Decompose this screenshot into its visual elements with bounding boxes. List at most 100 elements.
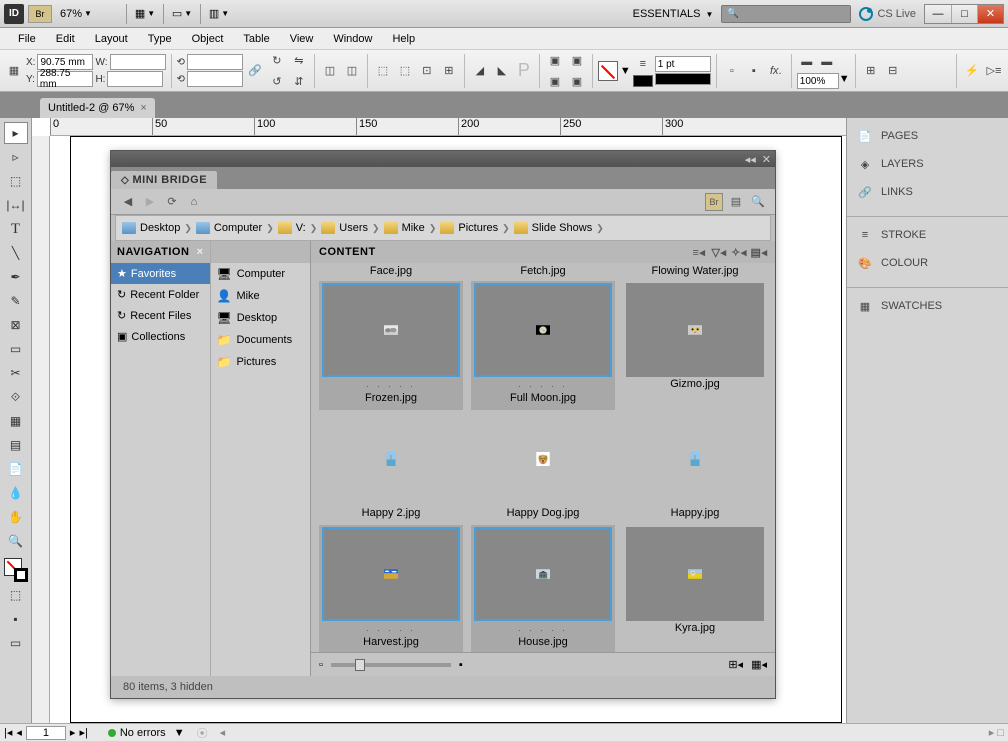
frame-tool[interactable]: ⊠: [4, 314, 28, 336]
mb-close-icon[interactable]: ✕: [762, 153, 771, 166]
search-field[interactable]: 🔍: [721, 5, 851, 23]
chevron-right-icon[interactable]: ❯: [500, 223, 512, 234]
mb-view-icon[interactable]: ▤◂: [751, 244, 767, 260]
folder-computer[interactable]: 🖥Computer: [211, 263, 311, 285]
nav-recent-folder[interactable]: ↻Recent Folder: [111, 284, 210, 305]
constrain-icon[interactable]: 🔗: [245, 61, 265, 81]
folder-pictures[interactable]: 📁Pictures: [211, 351, 311, 373]
stroke-weight-input[interactable]: 1 pt: [655, 56, 711, 72]
mb-zoom-out-icon[interactable]: ▫: [319, 659, 323, 671]
thumbnail-item[interactable]: Happy Dog.jpg: [471, 410, 615, 525]
crumb-computer[interactable]: Computer: [196, 222, 262, 234]
opacity-icon[interactable]: ▪: [744, 61, 764, 81]
thumbnail-item[interactable]: Happy.jpg: [623, 410, 767, 525]
apply-color-icon[interactable]: ▪: [4, 608, 28, 630]
pen-tool[interactable]: ✒: [4, 266, 28, 288]
chevron-right-icon[interactable]: ❯: [182, 223, 194, 234]
mb-tools-icon[interactable]: ✧◂: [731, 244, 747, 260]
menu-table[interactable]: Table: [233, 33, 279, 45]
wrap2-icon[interactable]: ▣: [545, 71, 565, 91]
mb-search-icon[interactable]: 🔍: [749, 193, 767, 211]
mb-sort-icon[interactable]: ≡◂: [691, 244, 707, 260]
thumbnail-item[interactable]: . . . . .House.jpg: [471, 525, 615, 652]
nav-collections[interactable]: ▣Collections: [111, 326, 210, 347]
maximize-button[interactable]: □: [951, 5, 977, 23]
stroke-weight-icon[interactable]: ≡: [633, 54, 653, 74]
folder-desktop[interactable]: 🖥Desktop: [211, 307, 311, 329]
mb-refresh-icon[interactable]: ⟳: [163, 193, 181, 211]
rotate-ccw-icon[interactable]: ↺: [267, 71, 287, 91]
scale-x-input[interactable]: [187, 54, 243, 70]
stroke-style-input[interactable]: [655, 73, 711, 85]
chevron-right-icon[interactable]: ❯: [594, 223, 606, 234]
preflight-status[interactable]: No errors: [120, 727, 166, 739]
corner-icon[interactable]: ◢: [470, 61, 490, 81]
align1-icon[interactable]: ▬: [797, 52, 817, 72]
select-container-icon[interactable]: ◫: [320, 61, 340, 81]
paragraph-icon[interactable]: P: [514, 61, 534, 81]
cs-live-button[interactable]: CS Live: [859, 7, 916, 21]
gap-tool[interactable]: |↔|: [4, 194, 28, 216]
collapse-icon[interactable]: ◂◂: [745, 153, 756, 166]
note-tool[interactable]: 📄: [4, 458, 28, 480]
menu-object[interactable]: Object: [182, 33, 234, 45]
menu-window[interactable]: Window: [323, 33, 382, 45]
thumbnail-item[interactable]: . . . . .Frozen.jpg: [319, 281, 463, 410]
workspace-switcher[interactable]: ESSENTIALS ▼: [625, 8, 722, 20]
thumbnail-item[interactable]: Gizmo.jpg: [623, 281, 767, 396]
wrap1-icon[interactable]: ▣: [545, 50, 565, 70]
panel-swatches[interactable]: ▦SWATCHES: [847, 292, 1008, 320]
default-colors-icon[interactable]: ⬚: [4, 584, 28, 606]
mb-grid-view-icon[interactable]: ⊞◂: [728, 658, 743, 671]
zoom-dropdown[interactable]: 67%▼: [60, 8, 120, 20]
chevron-right-icon[interactable]: ❯: [264, 223, 276, 234]
mb-fwd-icon[interactable]: ▶: [141, 193, 159, 211]
menu-help[interactable]: Help: [382, 33, 425, 45]
stroke-swatch[interactable]: [633, 75, 653, 87]
crumb-slideshows[interactable]: Slide Shows: [514, 222, 593, 234]
ref-point-icon[interactable]: ▦: [4, 61, 24, 81]
quick-apply-icon[interactable]: ⚡: [962, 61, 982, 81]
page-last-icon[interactable]: ▸|: [79, 726, 87, 739]
pencil-tool[interactable]: ✎: [4, 290, 28, 312]
mb-tab[interactable]: ◇ MINI BRIDGE: [111, 171, 217, 189]
mb-zoom-in-icon[interactable]: ▪: [459, 659, 463, 671]
fill-icon[interactable]: ⬚: [395, 61, 415, 81]
page-tool[interactable]: ⬚: [4, 170, 28, 192]
align2-icon[interactable]: ▬: [817, 52, 837, 72]
thumbnail-item[interactable]: . . . . .Full Moon.jpg: [471, 281, 615, 410]
scale-y-input[interactable]: [187, 71, 243, 87]
page-number-input[interactable]: 1: [26, 726, 66, 740]
h-input[interactable]: [107, 71, 163, 87]
chevron-right-icon[interactable]: ❯: [370, 223, 382, 234]
nav-recent-files[interactable]: ↻Recent Files: [111, 305, 210, 326]
panel-pages[interactable]: 📄PAGES: [847, 122, 1008, 150]
selection-tool[interactable]: ▸: [4, 122, 28, 144]
corner2-icon[interactable]: ◣: [492, 61, 512, 81]
crumb-users[interactable]: Users: [321, 222, 368, 234]
fx-icon[interactable]: fx.: [766, 61, 786, 81]
mb-titlebar[interactable]: ◂◂ ✕: [111, 151, 775, 167]
mb-back-icon[interactable]: ◀: [119, 193, 137, 211]
rating-dots[interactable]: . . . . .: [366, 621, 416, 635]
transform-tool[interactable]: ⟐: [4, 386, 28, 408]
page-prev-icon[interactable]: ◂: [16, 726, 22, 739]
fill-swatch[interactable]: [598, 61, 618, 81]
panel-stroke[interactable]: ≡STROKE: [847, 221, 1008, 249]
gradient-tool[interactable]: ▦: [4, 410, 28, 432]
thumbnail-item[interactable]: Kyra.jpg: [623, 525, 767, 640]
type-tool[interactable]: T: [4, 218, 28, 240]
chevron-right-icon[interactable]: ❯: [308, 223, 320, 234]
rating-dots[interactable]: . . . . .: [366, 377, 416, 391]
mb-panel-icon[interactable]: ▤: [727, 193, 745, 211]
mb-nav-close-icon[interactable]: ×: [197, 246, 204, 258]
crumb-desktop[interactable]: Desktop: [122, 222, 180, 234]
panel-layers[interactable]: ◈LAYERS: [847, 150, 1008, 178]
zoom-input[interactable]: 100%: [797, 73, 839, 89]
menu-type[interactable]: Type: [138, 33, 182, 45]
minimize-button[interactable]: —: [925, 5, 951, 23]
close-button[interactable]: ✕: [977, 5, 1003, 23]
crumb-pictures[interactable]: Pictures: [440, 222, 498, 234]
mb-thumb-view-icon[interactable]: ▦◂: [751, 658, 767, 671]
wrap4-icon[interactable]: ▣: [567, 71, 587, 91]
